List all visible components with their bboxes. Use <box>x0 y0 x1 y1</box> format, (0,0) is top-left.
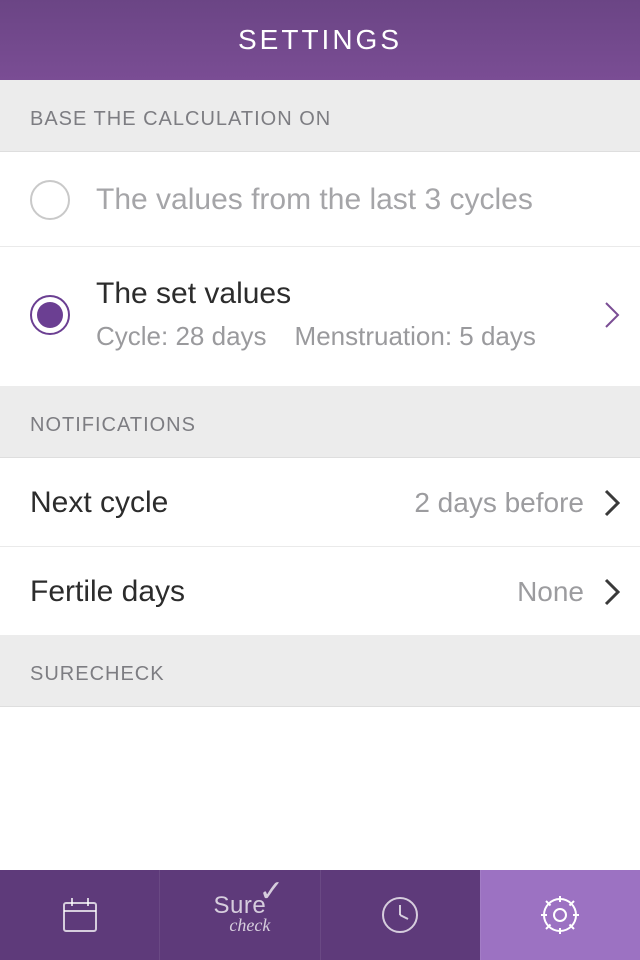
next-cycle-label: Next cycle <box>30 486 168 520</box>
calendar-icon <box>58 893 102 937</box>
tab-history[interactable] <box>320 870 480 960</box>
section-header-notifications: NOTIFICATIONS <box>0 386 640 458</box>
radio-unselected-icon <box>30 180 70 220</box>
chevron-right-icon <box>604 301 620 329</box>
section-header-calculation: BASE THE CALCULATION ON <box>0 80 640 152</box>
row-next-cycle[interactable]: Next cycle 2 days before <box>0 458 640 546</box>
option-set-values-label: The set values <box>96 277 598 311</box>
empty-area <box>0 707 640 870</box>
surecheck-logo-icon: Sure✓ check <box>209 896 270 934</box>
tab-surecheck[interactable]: Sure✓ check <box>159 870 319 960</box>
chevron-right-icon <box>604 489 620 517</box>
chevron-right-icon <box>604 578 620 606</box>
option-last-cycles-label: The values from the last 3 cycles <box>96 183 620 217</box>
next-cycle-value: 2 days before <box>414 487 584 519</box>
tab-settings[interactable] <box>480 870 640 960</box>
gear-icon <box>537 892 583 938</box>
page-title: SETTINGS <box>238 24 402 56</box>
set-values-cycle: Cycle: 28 days <box>96 321 267 352</box>
clock-icon <box>378 893 422 937</box>
fertile-days-label: Fertile days <box>30 575 185 609</box>
option-last-cycles[interactable]: The values from the last 3 cycles <box>0 152 640 246</box>
radio-selected-icon <box>30 295 70 335</box>
row-fertile-days[interactable]: Fertile days None <box>0 546 640 635</box>
tab-calendar[interactable] <box>0 870 159 960</box>
section-header-surecheck: SURECHECK <box>0 635 640 707</box>
page-header: SETTINGS <box>0 0 640 80</box>
fertile-days-value: None <box>517 576 584 608</box>
tab-bar: Sure✓ check <box>0 870 640 960</box>
set-values-menstruation: Menstruation: 5 days <box>295 321 536 352</box>
option-set-values[interactable]: The set values Cycle: 28 days Menstruati… <box>0 246 640 386</box>
